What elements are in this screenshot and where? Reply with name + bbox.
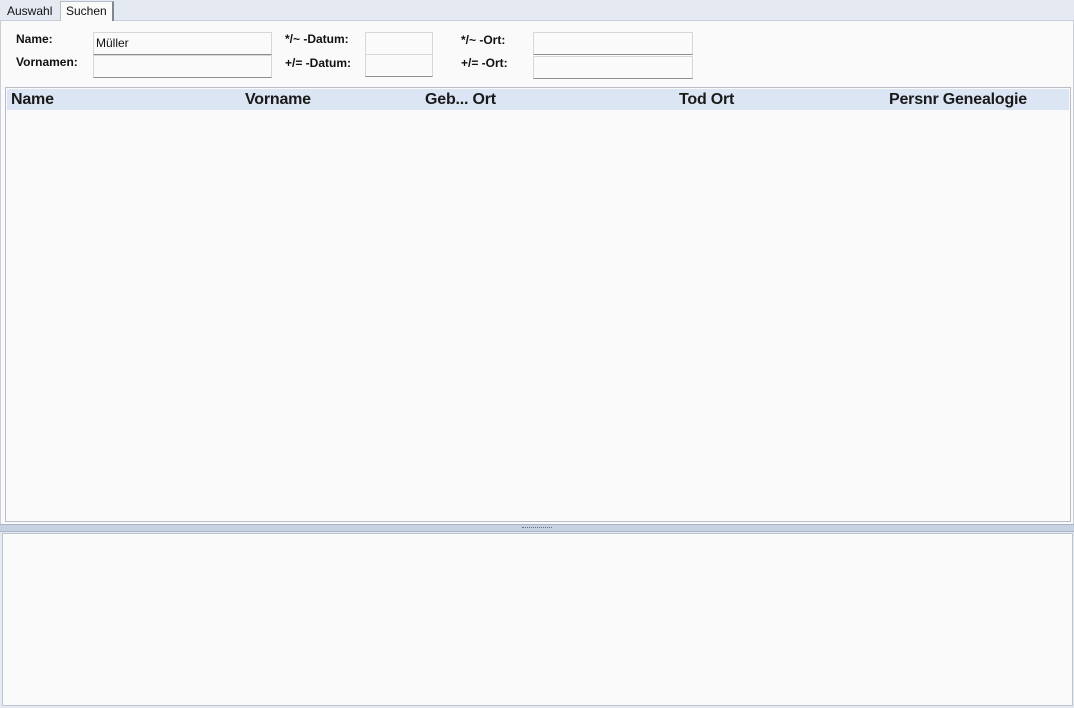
- search-panel: Name: Müller Vornamen: */~ -Datum: +/= -…: [0, 21, 1074, 524]
- tab-suchen[interactable]: Suchen: [60, 1, 114, 22]
- birth-place-input[interactable]: [533, 32, 693, 55]
- results-table[interactable]: Name Vorname Geb... Ort Tod Ort Persnr G…: [5, 87, 1071, 522]
- death-place-label: +/= -Ort:: [461, 56, 508, 70]
- death-date-input[interactable]: [365, 54, 433, 77]
- birth-date-input[interactable]: [365, 32, 433, 55]
- detail-pane: [2, 533, 1073, 706]
- column-header-persnr-genealogie[interactable]: Persnr Genealogie: [889, 91, 1027, 109]
- vornamen-label: Vornamen:: [16, 55, 78, 69]
- tab-bar: Auswahl Suchen: [0, 0, 1074, 22]
- name-input[interactable]: Müller: [93, 32, 272, 55]
- table-header: Name Vorname Geb... Ort Tod Ort Persnr G…: [7, 89, 1069, 110]
- birth-date-label: */~ -Datum:: [285, 32, 349, 46]
- death-date-label: +/= -Datum:: [285, 56, 352, 70]
- column-header-tod-ort[interactable]: Tod Ort: [679, 91, 734, 109]
- name-label: Name:: [16, 32, 53, 46]
- tab-auswahl[interactable]: Auswahl: [3, 2, 56, 21]
- pane-splitter[interactable]: [0, 524, 1074, 532]
- column-header-geb-ort[interactable]: Geb... Ort: [425, 91, 496, 109]
- vornamen-input[interactable]: [93, 55, 272, 78]
- column-header-name[interactable]: Name: [11, 91, 54, 109]
- splitter-grip-icon: [522, 527, 552, 529]
- birth-place-label: */~ -Ort:: [461, 33, 506, 47]
- death-place-input[interactable]: [533, 56, 693, 79]
- column-header-vorname[interactable]: Vorname: [245, 91, 311, 109]
